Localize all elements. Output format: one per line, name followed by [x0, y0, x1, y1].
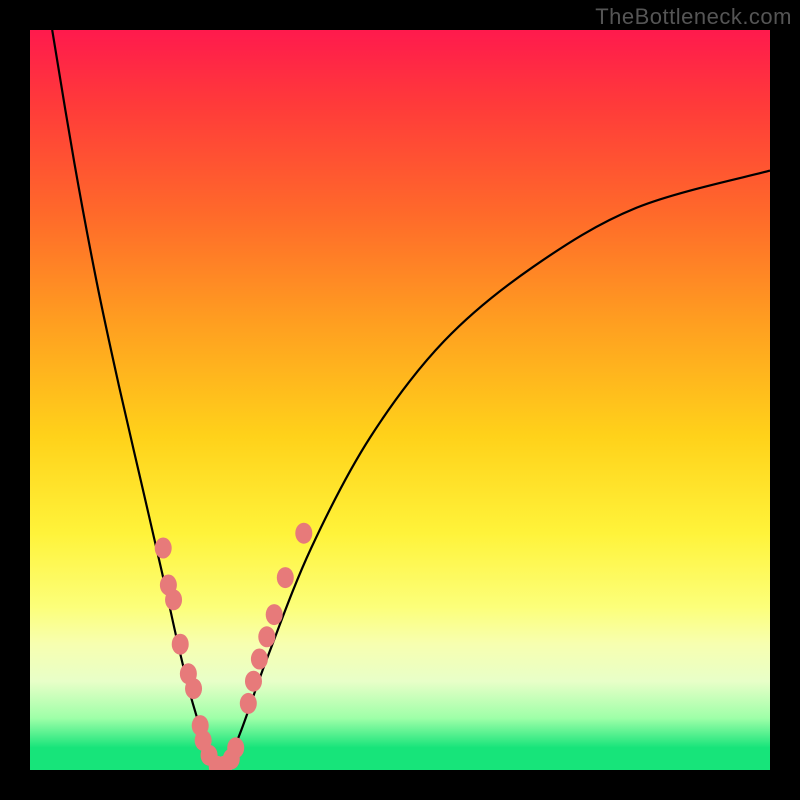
curve-marker: [165, 589, 182, 610]
curve-marker: [172, 634, 189, 655]
watermark-text: TheBottleneck.com: [595, 4, 792, 30]
curve-marker: [185, 678, 202, 699]
curve-marker: [277, 567, 294, 588]
curve-marker: [245, 671, 262, 692]
curve-marker: [240, 693, 257, 714]
curve-marker: [227, 737, 244, 758]
bottleneck-curve: [52, 30, 770, 770]
chart-frame: TheBottleneck.com: [0, 0, 800, 800]
curve-marker: [251, 649, 268, 670]
curve-marker: [266, 604, 283, 625]
curve-marker: [295, 523, 312, 544]
curve-markers: [155, 523, 313, 770]
plot-area: [30, 30, 770, 770]
curve-marker: [155, 538, 172, 559]
curve-marker: [258, 626, 275, 647]
bottleneck-chart-svg: [30, 30, 770, 770]
